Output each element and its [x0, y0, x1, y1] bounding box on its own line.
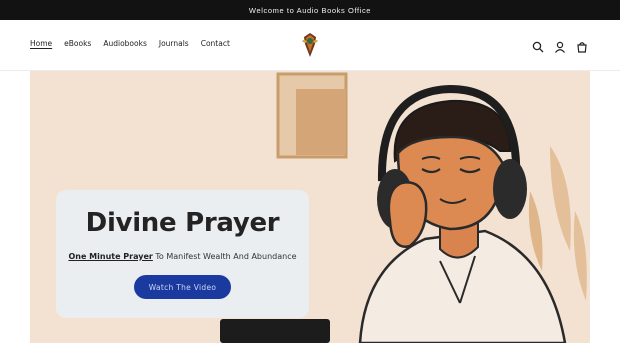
- nav-home[interactable]: Home: [30, 39, 52, 48]
- nav-audiobooks[interactable]: Audiobooks: [103, 39, 147, 48]
- nav-journals[interactable]: Journals: [159, 39, 189, 48]
- hero-subtitle: One Minute Prayer To Manifest Wealth And…: [56, 252, 309, 261]
- cart-icon[interactable]: [576, 38, 588, 53]
- hero-title: Divine Prayer: [85, 208, 280, 238]
- nav-contact[interactable]: Contact: [201, 39, 230, 48]
- watch-video-button[interactable]: Watch The Video: [134, 275, 231, 299]
- hero-card: Divine Prayer One Minute Prayer To Manif…: [56, 190, 309, 318]
- site-logo[interactable]: [299, 32, 321, 58]
- hero-subtitle-link[interactable]: One Minute Prayer: [68, 252, 152, 261]
- nav-ebooks[interactable]: eBooks: [64, 39, 91, 48]
- main-nav: Home eBooks Audiobooks Journals Contact: [30, 39, 230, 48]
- header-icons: [532, 38, 588, 53]
- announcement-text: Welcome to Audio Books Office: [248, 5, 372, 15]
- site-header: Home eBooks Audiobooks Journals Contact: [0, 20, 620, 71]
- hero-subtitle-text: To Manifest Wealth And Abundance: [152, 252, 297, 261]
- search-icon[interactable]: [532, 38, 544, 53]
- announcement-bar: Welcome to Audio Books Office: [0, 0, 620, 20]
- account-icon[interactable]: [554, 38, 566, 53]
